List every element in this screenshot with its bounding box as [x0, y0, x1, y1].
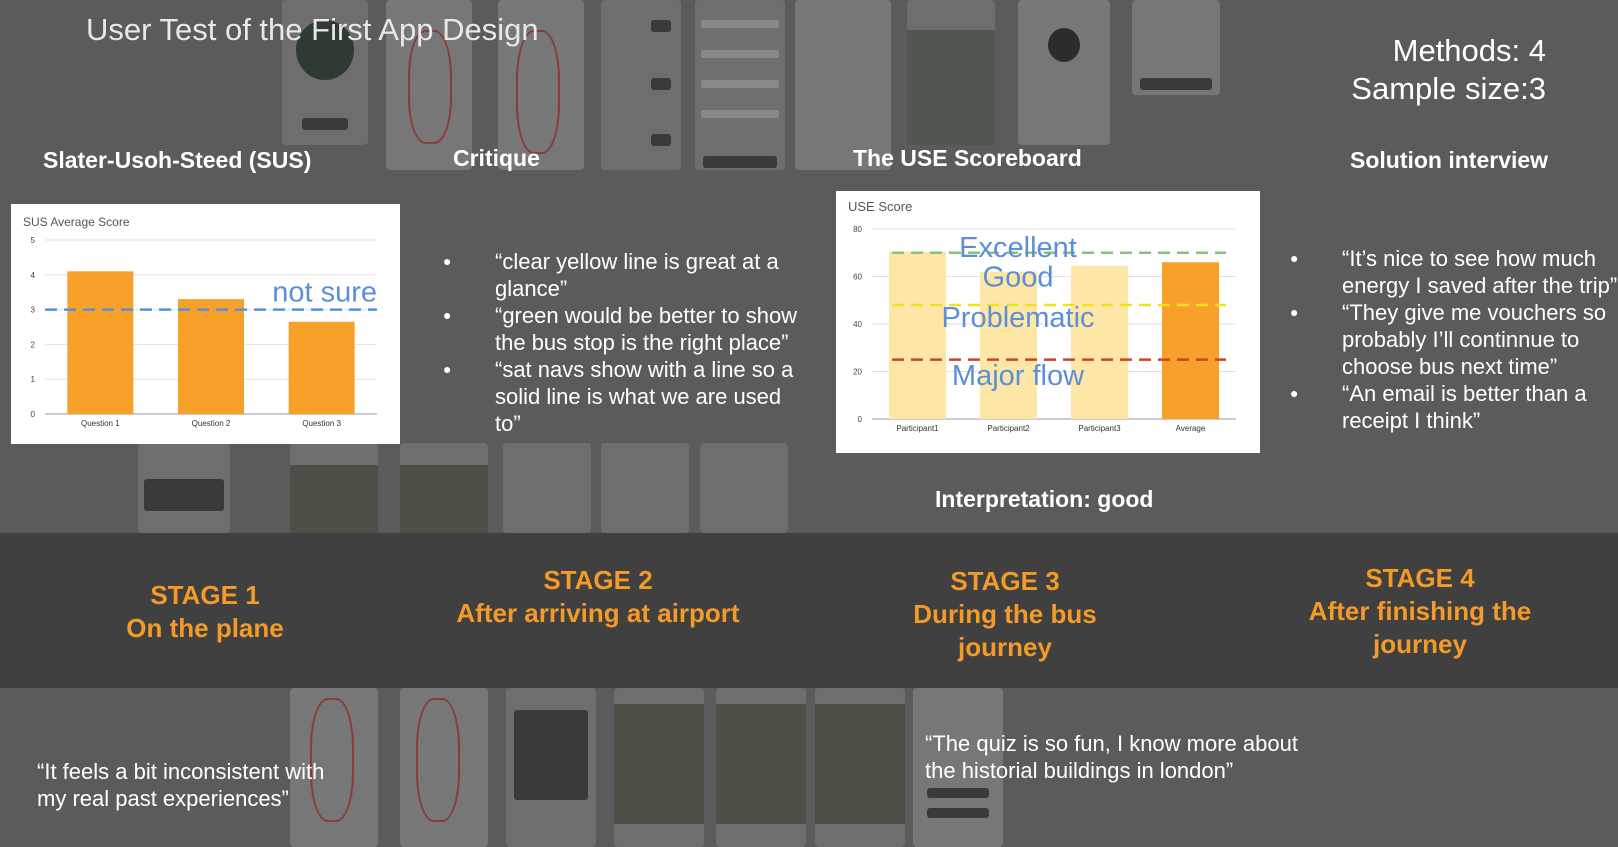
stage-2-desc: After arriving at airport	[456, 598, 740, 628]
stage3-quote: “The quiz is so fun, I know more about t…	[925, 731, 1298, 783]
stage-3: STAGE 3 During the bus journey	[880, 565, 1130, 664]
band-label: Problematic	[941, 302, 1094, 334]
sample-size: Sample size:3	[1351, 71, 1546, 106]
y-tick-label: 1	[31, 375, 36, 384]
sus-chart: SUS Average Score 0 1 2 3 4 5 Question 1 Questio…	[23, 215, 377, 428]
stage-3-number: STAGE 3	[950, 566, 1060, 596]
interview-heading: Solution interview	[1350, 147, 1549, 173]
critique-quote: “green would be better to show the bus s…	[443, 302, 808, 356]
interview-quote: “An email is better than a receipt I thi…	[1290, 380, 1618, 434]
bar	[1162, 262, 1219, 419]
stage-4-desc: After finishing the journey	[1308, 596, 1532, 659]
y-tick-label: 4	[31, 271, 36, 280]
band-label: Excellent	[959, 232, 1077, 264]
bar	[288, 321, 355, 414]
use-heading: The USE Scoreboard	[853, 145, 1082, 171]
methods-summary: Methods: 4 Sample size:3	[1351, 32, 1546, 108]
bar	[1071, 265, 1128, 419]
bar	[980, 271, 1037, 419]
stage-1: STAGE 1 On the plane	[80, 579, 330, 645]
x-tick-label: Participant2	[987, 424, 1030, 433]
bar	[178, 299, 244, 414]
y-tick-label: 40	[853, 320, 862, 329]
use-chart: USE Score 0 20 40 60 80 Participant1 Participan…	[848, 199, 1236, 433]
bar	[67, 271, 134, 414]
stage-2: STAGE 2 After arriving at airport	[428, 564, 768, 630]
sus-chart-card: SUS Average Score 0 1 2 3 4 5 Question 1 Questio…	[11, 204, 400, 444]
y-tick-label: 2	[31, 340, 36, 349]
y-tick-label: 0	[31, 410, 36, 419]
critique-list: “clear yellow line is great at a glance”…	[443, 248, 808, 437]
y-tick-label: 3	[31, 306, 36, 315]
chart-title: USE Score	[848, 199, 912, 214]
x-tick-label: Participant3	[1078, 424, 1121, 433]
interpretation-label: Interpretation: good	[935, 486, 1154, 512]
x-tick-label: Question 3	[302, 419, 341, 428]
y-tick-label: 0	[858, 415, 863, 424]
y-tick-label: 5	[31, 236, 36, 245]
threshold-label: not sure	[272, 277, 377, 309]
critique-heading: Critique	[453, 145, 540, 171]
y-tick-label: 80	[853, 225, 862, 234]
chart-title: SUS Average Score	[23, 215, 130, 229]
page-title: User Test of the First App Design	[86, 12, 539, 47]
band-label: Major flow	[952, 360, 1085, 392]
methods-count: Methods: 4	[1392, 33, 1546, 68]
sus-heading: Slater-Usoh-Steed (SUS)	[43, 147, 312, 173]
x-tick-label: Participant1	[896, 424, 939, 433]
band-label: Good	[983, 262, 1054, 294]
interview-quote: “It’s nice to see how much energy I save…	[1290, 245, 1618, 299]
interview-quote: “They give me vouchers so probably I’ll …	[1290, 299, 1618, 380]
bar	[889, 251, 946, 419]
x-tick-label: Question 1	[81, 419, 120, 428]
stage-2-number: STAGE 2	[543, 565, 653, 595]
stage-1-number: STAGE 1	[150, 580, 260, 610]
x-tick-label: Average	[1176, 424, 1206, 433]
stage-4: STAGE 4 After finishing the journey	[1280, 562, 1560, 661]
x-tick-label: Question 2	[192, 419, 231, 428]
critique-quote: “clear yellow line is great at a glance”	[443, 248, 808, 302]
stage1-quote: “It feels a bit inconsistent with my rea…	[37, 759, 325, 811]
use-chart-card: USE Score 0 20 40 60 80 Participant1 Participan…	[836, 191, 1260, 453]
stage-3-desc: During the bus journey	[913, 599, 1097, 662]
stage-1-desc: On the plane	[126, 613, 284, 643]
y-tick-label: 20	[853, 368, 862, 377]
interview-list: “It’s nice to see how much energy I save…	[1290, 245, 1618, 434]
y-tick-label: 60	[853, 273, 862, 282]
stage-4-number: STAGE 4	[1365, 563, 1475, 593]
critique-quote: “sat navs show with a line so a solid li…	[443, 356, 808, 437]
